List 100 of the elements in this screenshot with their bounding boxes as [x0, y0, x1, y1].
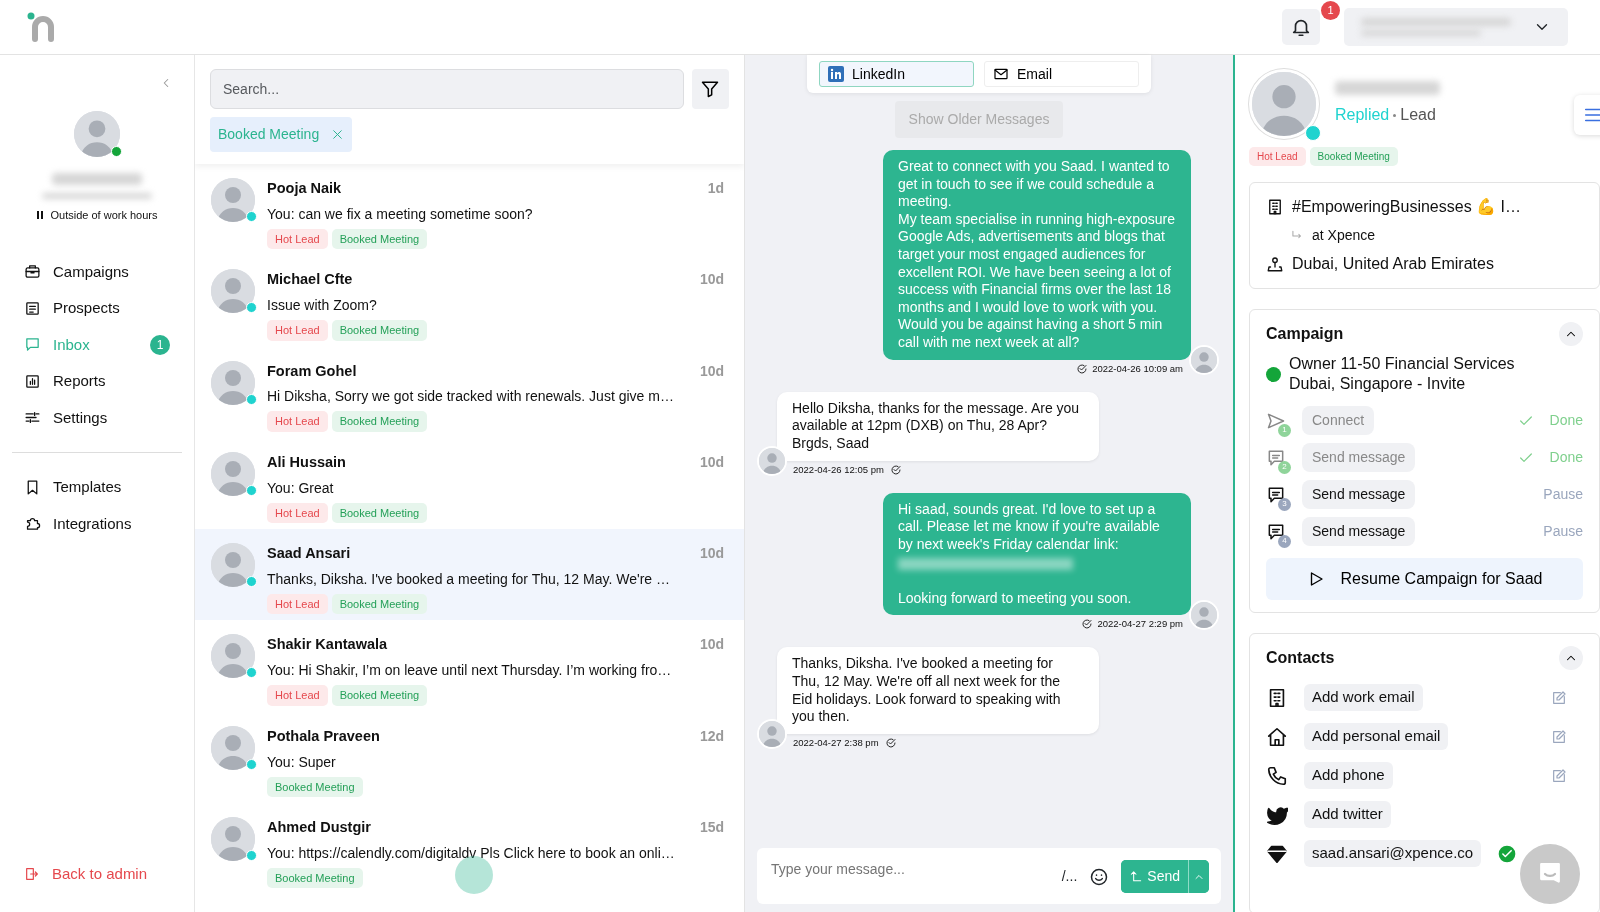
verified-icon	[1497, 844, 1518, 865]
step-status: Pause	[1543, 485, 1583, 504]
contact-field[interactable]: Add personal email	[1304, 723, 1449, 750]
nav-link[interactable]: Integrations	[12, 505, 182, 542]
avatar	[211, 817, 255, 862]
nav-link[interactable]: Prospects	[12, 290, 182, 327]
mail-icon	[993, 66, 1009, 82]
message-preview: You: Hi Shakir, I’m on leave until next Thursday. I’m working fro…	[267, 661, 673, 681]
contact-name: Saad Ansari	[267, 544, 351, 564]
contact-field[interactable]: Add twitter	[1304, 801, 1391, 828]
nav-link[interactable]: Templates	[12, 469, 182, 506]
conversation-item[interactable]: Ahmed Dustgir 15d You: https://calendly.com/digitaldv Pls Click here to book an onli… Booked Meeting	[195, 803, 744, 895]
search-field[interactable]: Search...	[210, 69, 684, 109]
send-arrow-icon	[1129, 869, 1144, 883]
step-number: 1	[1278, 423, 1291, 437]
back-to-admin-link[interactable]: Back to admin	[12, 855, 182, 892]
resume-campaign-button[interactable]: Resume Campaign for Saad	[1266, 558, 1583, 600]
channel-tab[interactable]: LinkedIn	[819, 61, 974, 87]
contact-field[interactable]: Add work email	[1304, 684, 1423, 711]
contact-field[interactable]: saad.ansari@xpence.co	[1304, 840, 1482, 867]
campaign-name: Owner 11-50 Financial Services Dubai, Singapore - Invite	[1289, 354, 1516, 394]
step-status: Done	[1549, 448, 1583, 467]
separator-dot	[1393, 113, 1397, 117]
smiley-icon	[1089, 866, 1110, 887]
nav-link[interactable]: Reports	[12, 363, 182, 400]
check-circle-icon	[1076, 362, 1089, 375]
conversation-item[interactable]: Foram Gohel 10d Hi Diksha, Sorry we got side tracked with renewals. Just give m… Hot Lead Booked Meeting	[195, 346, 744, 438]
contact-name: Pothala Praveen	[267, 726, 380, 746]
avatar	[211, 360, 255, 405]
tag: Hot Lead	[267, 320, 328, 341]
message-age: 10d	[699, 270, 724, 290]
chat-icon	[24, 336, 41, 354]
step-number: 4	[1278, 534, 1291, 548]
lead-role: Lead	[1400, 105, 1436, 125]
message-age: 15d	[699, 818, 724, 838]
message-time: 2022-04-26 12:05 pm	[793, 462, 884, 477]
collapse-button[interactable]	[1559, 646, 1583, 670]
conversation-item[interactable]: Pothala Praveen 12d You: Super Booked Meeting	[195, 711, 744, 804]
collapse-button[interactable]	[1559, 322, 1583, 346]
filter-button[interactable]	[691, 69, 729, 109]
step-number: 3	[1278, 497, 1291, 511]
conversation-item[interactable]: Ali Hussain 10d You: Great Hot Lead Booked Meeting	[195, 437, 744, 530]
contact-field[interactable]: Add phone	[1304, 762, 1393, 789]
message-preview: Thanks, Diksha. I've booked a meeting for Thu, 12 May. We're …	[267, 569, 671, 589]
tag: Booked Meeting	[331, 685, 428, 706]
step-label: Connect	[1302, 406, 1375, 435]
briefcase-icon	[24, 263, 41, 281]
conversation-item[interactable]: Saad Ansari 10d Thanks, Diksha. I've booked a meeting for Thu, 12 May. We're … Hot Lead Booked Meeting	[195, 529, 744, 621]
contact-name: Ahmed Dustgir	[267, 818, 371, 838]
step-label: Send message	[1302, 480, 1416, 509]
linkedin-icon	[828, 66, 844, 82]
edit-icon	[1551, 729, 1567, 746]
message-age: 12d	[699, 726, 724, 746]
received-message: Thanks, Diksha. I've booked a meeting for Thu, 12 May. We're off all next week for the Eid holidays. Look forward to speaking with you then.	[777, 647, 1099, 734]
edit-icon	[1551, 690, 1567, 707]
tag: Hot Lead	[267, 411, 328, 432]
edit-icon	[1551, 768, 1567, 785]
avatar	[211, 543, 255, 588]
message-time: 2022-04-27 2:29 pm	[1097, 617, 1183, 632]
message-preview: You: Great	[267, 478, 335, 498]
logout-icon	[24, 865, 40, 882]
unread-count: 1	[150, 334, 170, 355]
notifications-button[interactable]	[1282, 9, 1320, 45]
avatar	[211, 269, 255, 314]
contact-name: Pooja Naik	[267, 179, 342, 198]
tag: Hot Lead	[267, 228, 328, 250]
sent-message: Great to connect with you Saad. I wanted to get in touch to see if we could schedule a meeting. My team specialise in running high-exposure Google Ads, advertisements and blogs that target your most engaged audiences for excellent ROI. We have been seeing a lot of success with Financial firms over the last 18 months and I would love to work with you. Would you be against having a short 5 min call with me next week at all?	[883, 150, 1191, 360]
headline: #EmpoweringBusinesses 💪 I…	[1292, 197, 1521, 217]
tag: Hot Lead	[267, 593, 328, 615]
card-title: Campaign	[1266, 324, 1344, 344]
tag: Hot Lead	[267, 685, 328, 706]
conversation-item[interactable]: Pooja Naik 1d You: can we fix a meeting sometime soon? Hot Lead Booked Meeting	[195, 164, 744, 256]
work-status: Outside of work hours	[50, 208, 158, 223]
avatar	[211, 725, 255, 770]
reply-status: Replied	[1335, 105, 1390, 125]
step-label: Send message	[1302, 443, 1416, 472]
channel-tab[interactable]: Email	[984, 61, 1139, 87]
conversation-item[interactable]: Shakir Kantawala 10d You: Hi Shakir, I’m on leave until next Thursday. I’m working fro… Hot Lead Booked Meeting	[195, 620, 744, 712]
message-preview: Hi Diksha, Sorry we got side tracked with renewals. Just give m…	[267, 387, 675, 407]
received-message: Hello Diksha, thanks for the message. Are you available at 12pm (DXB) on Thu, 28 Apr? Brgds, Saad	[777, 391, 1099, 461]
message-age: 10d	[699, 452, 724, 472]
close-icon	[331, 128, 345, 141]
message-age: 10d	[699, 361, 724, 381]
templates-shortcut-button[interactable]: /...	[1061, 865, 1078, 887]
card-title: Contacts	[1266, 648, 1335, 668]
sender-avatar	[757, 445, 787, 476]
conversation-item[interactable]: Michael Cfte 10d Issue with Zoom? Hot Lead Booked Meeting	[195, 255, 744, 347]
tag: Booked Meeting	[267, 867, 363, 889]
nav-link[interactable]: Settings	[12, 399, 182, 436]
message-preview: You: https://calendly.com/digitaldv Pls Click here to book an onli…	[267, 843, 676, 863]
message-preview: You: can we fix a meeting sometime soon?	[267, 204, 534, 224]
message-age: 10d	[699, 635, 724, 655]
phone-icon	[1266, 764, 1288, 787]
company: at Xpence	[1312, 226, 1376, 245]
message-age: 10d	[699, 544, 724, 564]
avatar	[211, 178, 255, 222]
contact-name: Ali Hussain	[267, 452, 346, 472]
profile-avatar	[1249, 69, 1319, 139]
nav-link[interactable]: Campaigns	[12, 253, 182, 290]
tag: Booked Meeting	[331, 593, 428, 615]
